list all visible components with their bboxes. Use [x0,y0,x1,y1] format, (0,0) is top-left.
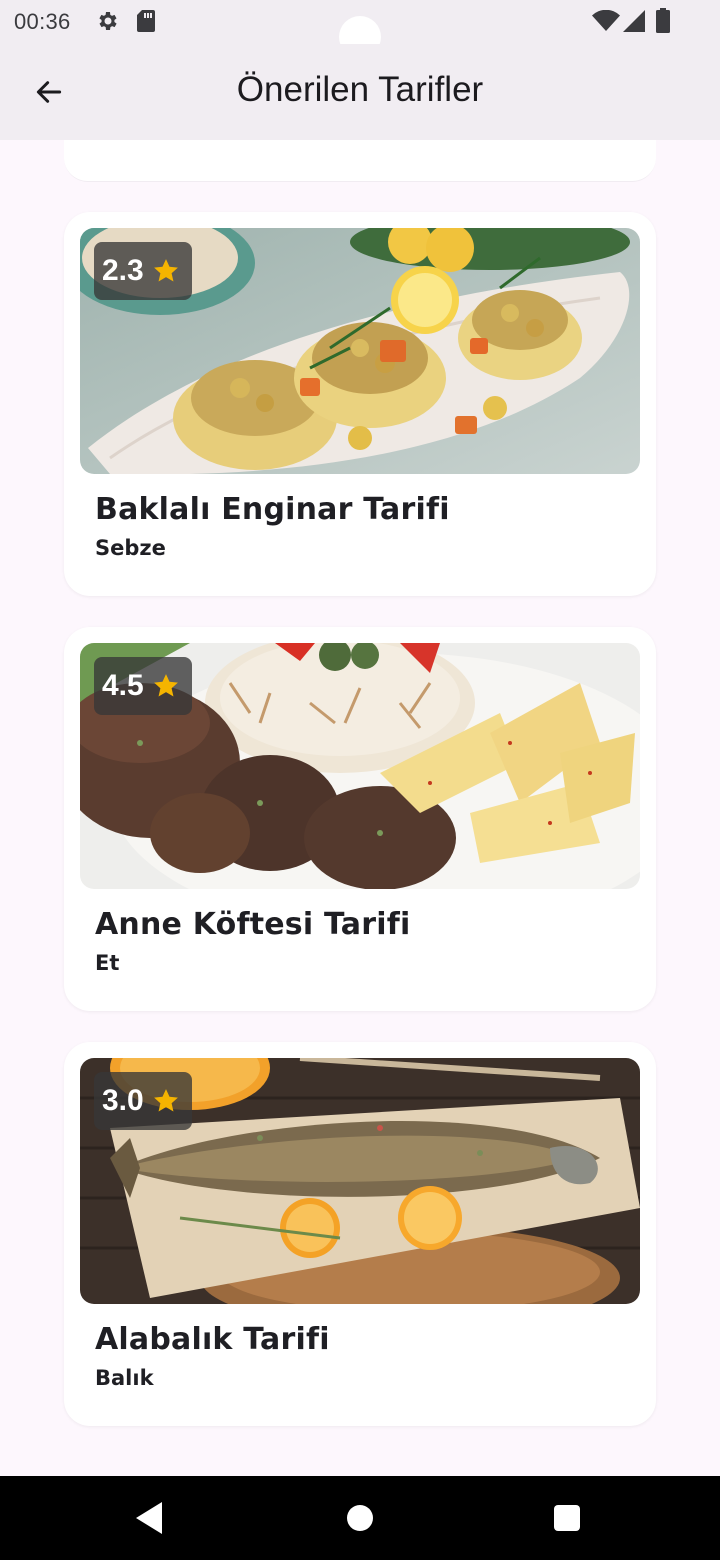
recipe-card[interactable]: 4.5 Anne Köftesi Tarifi Et [64,627,656,1011]
star-icon [153,259,178,282]
gear-icon [99,12,117,30]
recipe-image: 3.0 [80,1058,640,1304]
recipe-title: Alabalık Tarifi [95,1322,330,1357]
rating-value: 4.5 [102,669,144,702]
system-nav-bar [0,1476,720,1560]
recipe-list[interactable]: 2.3 Baklalı Enginar Tarifi Sebze 4.5 Ann… [0,140,720,1476]
recipe-image: 4.5 [80,643,640,889]
rating-badge: 4.5 [94,657,192,715]
recipe-card[interactable]: 3.0 Alabalık Tarifi Balık [64,1042,656,1426]
nav-back-icon[interactable] [134,1500,166,1536]
status-bar: 00:36 [0,0,720,58]
status-time: 00:36 [14,9,71,34]
rating-value: 2.3 [102,254,144,287]
recipe-category: Et [95,951,120,975]
signal-icon [623,10,645,32]
recipe-card[interactable]: 2.3 Baklalı Enginar Tarifi Sebze [64,212,656,596]
sd-card-icon [137,10,155,32]
recipe-category: Balık [95,1366,154,1390]
battery-icon [656,8,670,33]
rating-value: 3.0 [102,1084,144,1117]
recipe-image: 2.3 [80,228,640,474]
recipe-title: Baklalı Enginar Tarifi [95,492,450,527]
star-icon [153,1089,178,1112]
nav-recents-icon[interactable] [554,1505,580,1531]
wifi-icon [592,10,620,31]
nav-home-icon[interactable] [347,1505,373,1531]
app-bar: Önerilen Tarifler [0,44,720,140]
star-icon [153,674,178,697]
recipe-title: Anne Köftesi Tarifi [95,907,411,942]
rating-badge: 3.0 [94,1072,192,1130]
page-title: Önerilen Tarifler [236,70,484,109]
previous-card-edge [64,140,656,182]
recipe-category: Sebze [95,536,166,560]
rating-badge: 2.3 [94,242,192,300]
